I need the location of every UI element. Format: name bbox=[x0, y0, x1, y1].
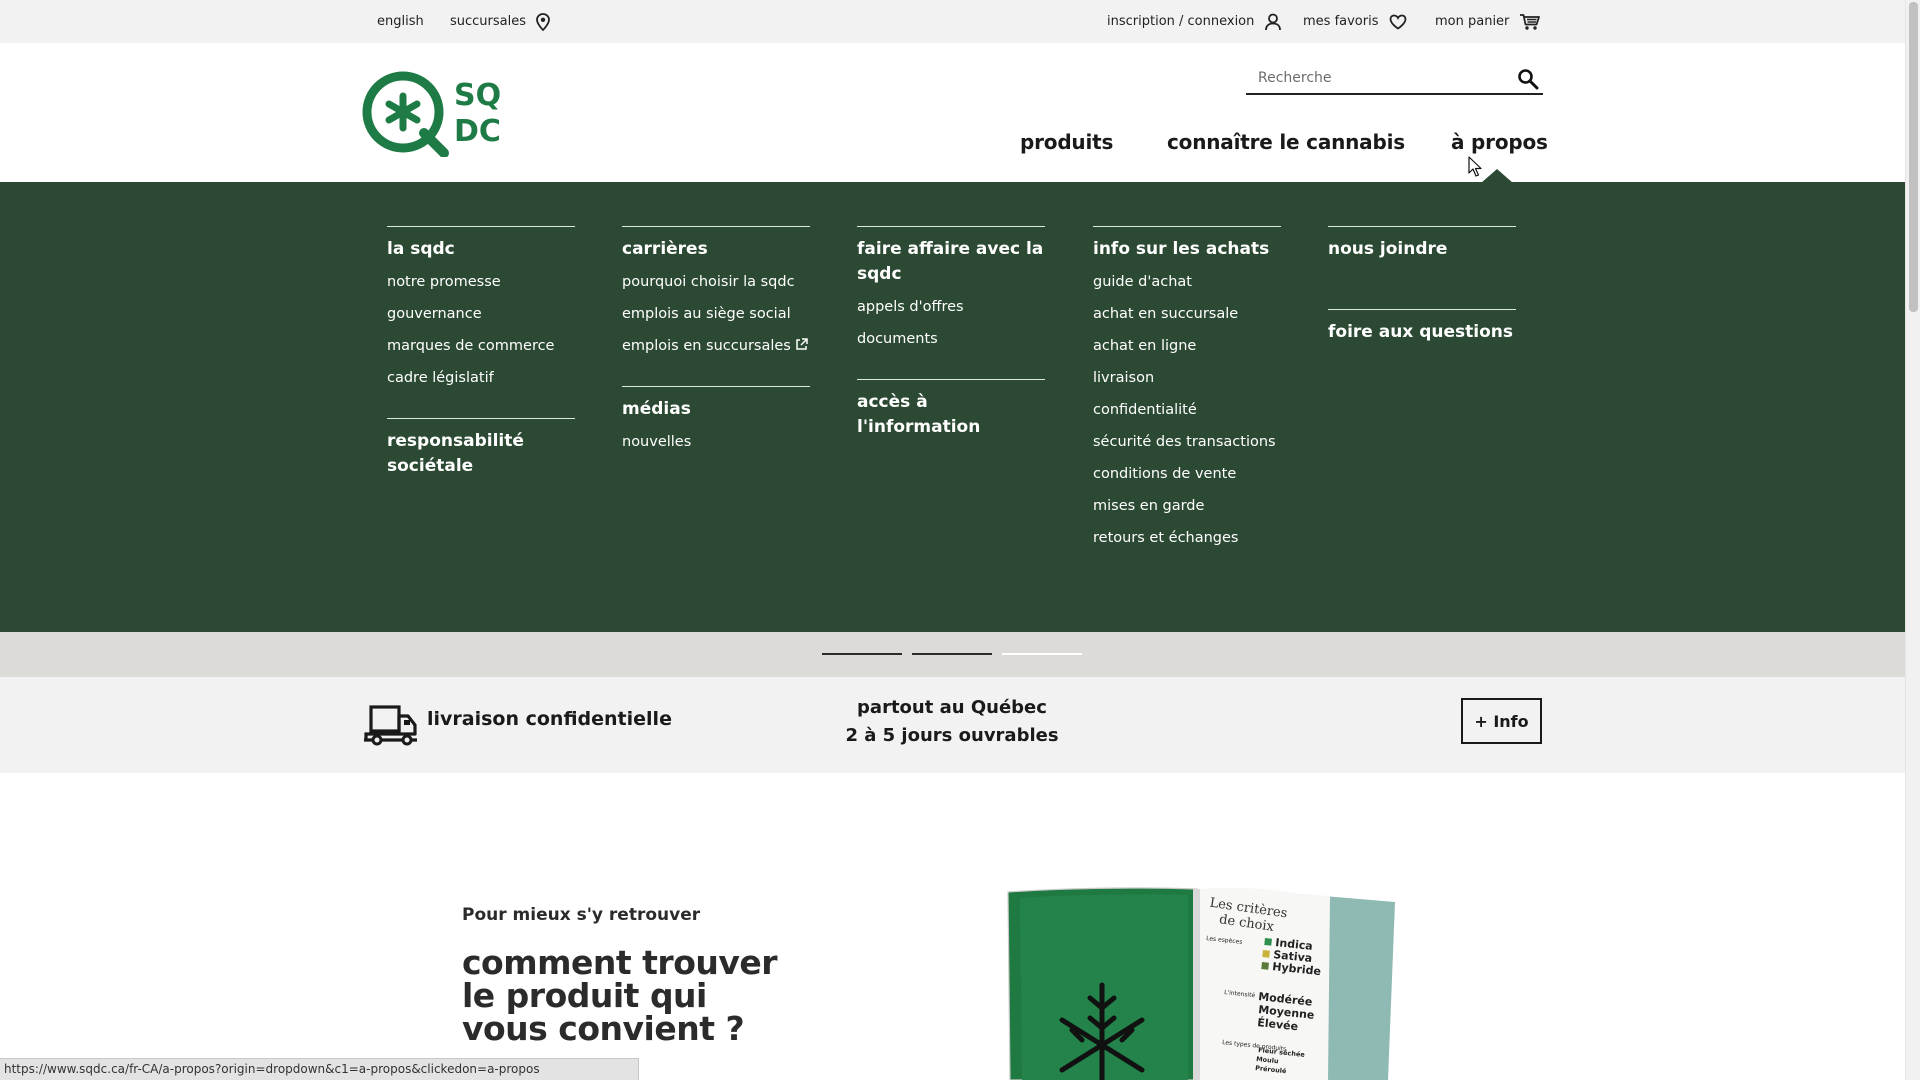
link-confidentialite[interactable]: confidentialité bbox=[1093, 399, 1281, 431]
section-medias: médias nouvelles bbox=[622, 386, 810, 463]
section-nous-joindre: nous joindre bbox=[1328, 226, 1516, 262]
search-icon[interactable] bbox=[1517, 68, 1539, 90]
favorites-label: mes favoris bbox=[1303, 14, 1379, 29]
promo-kicker: Pour mieux s'y retrouver bbox=[462, 905, 701, 925]
dropdown-column-3: faire affaire avec la sqdc appels d'offr… bbox=[857, 226, 1045, 440]
heading-carrieres[interactable]: carrières bbox=[622, 226, 810, 262]
logo-text-bottom: DC bbox=[454, 114, 501, 149]
login-label: inscription / connexion bbox=[1107, 14, 1255, 29]
language-link[interactable]: english bbox=[377, 0, 424, 43]
link-achat-en-succursale[interactable]: achat en succursale bbox=[1093, 303, 1281, 335]
link-livraison[interactable]: livraison bbox=[1093, 367, 1281, 399]
section-faire-affaire: faire affaire avec la sqdc appels d'offr… bbox=[857, 226, 1045, 360]
language-label: english bbox=[377, 14, 424, 29]
heading-info-achats[interactable]: info sur les achats bbox=[1093, 226, 1281, 262]
delivery-info-button[interactable]: + Info bbox=[1461, 698, 1542, 744]
link-emplois-siege-social[interactable]: emplois au siège social bbox=[622, 303, 810, 335]
heading-la-sqdc[interactable]: la sqdc bbox=[387, 226, 575, 262]
nav-a-propos[interactable]: à propos bbox=[1451, 130, 1548, 154]
stores-label: succursales bbox=[450, 14, 527, 29]
search-input[interactable] bbox=[1246, 63, 1506, 93]
heading-medias[interactable]: médias bbox=[622, 386, 810, 422]
cart-label: mon panier bbox=[1435, 14, 1510, 29]
link-securite-transactions[interactable]: sécurité des transactions bbox=[1093, 431, 1281, 463]
heading-faire-affaire[interactable]: faire affaire avec la sqdc bbox=[857, 226, 1045, 287]
scrollbar-thumb[interactable] bbox=[1909, 2, 1918, 312]
link-guide-dachat[interactable]: guide d'achat bbox=[1093, 271, 1281, 303]
carousel-dot-2[interactable] bbox=[912, 653, 992, 655]
a-propos-dropdown: la sqdc notre promesse gouvernance marqu… bbox=[0, 182, 1905, 632]
link-gouvernance[interactable]: gouvernance bbox=[387, 303, 575, 335]
delivery-banner: livraison confidentielle partout au Québ… bbox=[0, 677, 1905, 773]
heading-responsabilite-societale[interactable]: responsabilité sociétale bbox=[387, 418, 575, 479]
dropdown-caret bbox=[1481, 169, 1513, 183]
link-retours-et-echanges[interactable]: retours et échanges bbox=[1093, 527, 1281, 559]
link-documents[interactable]: documents bbox=[857, 328, 1045, 360]
login-link[interactable]: inscription / connexion bbox=[1107, 0, 1282, 43]
nav-connaitre-le-cannabis[interactable]: connaître le cannabis bbox=[1167, 130, 1405, 154]
link-conditions-de-vente[interactable]: conditions de vente bbox=[1093, 463, 1281, 495]
user-icon bbox=[1265, 13, 1282, 30]
mouse-cursor bbox=[1468, 156, 1482, 177]
link-notre-promesse[interactable]: notre promesse bbox=[387, 271, 575, 303]
heart-icon bbox=[1389, 14, 1406, 30]
heading-foire-aux-questions[interactable]: foire aux questions bbox=[1328, 309, 1516, 345]
link-mises-en-garde[interactable]: mises en garde bbox=[1093, 495, 1281, 527]
link-emplois-en-succursales[interactable]: emplois en succursales bbox=[622, 335, 810, 367]
carousel-dot-1[interactable] bbox=[822, 653, 902, 655]
cart-link[interactable]: mon panier bbox=[1435, 0, 1541, 43]
dropdown-column-2: carrières pourquoi choisir la sqdc emplo… bbox=[622, 226, 810, 463]
heading-nous-joindre[interactable]: nous joindre bbox=[1328, 226, 1516, 262]
dropdown-column-1: la sqdc notre promesse gouvernance marqu… bbox=[387, 226, 575, 479]
delivery-info-line-2: 2 à 5 jours ouvrables bbox=[845, 725, 1059, 746]
magazine-image: Les critères de choix Les espèces Indica… bbox=[1007, 887, 1395, 1080]
section-info-achats: info sur les achats guide d'achat achat … bbox=[1093, 226, 1281, 559]
link-status-bar: https://www.sqdc.ca/fr-CA/a-propos?origi… bbox=[0, 1058, 639, 1080]
section-carrieres: carrières pourquoi choisir la sqdc emplo… bbox=[622, 226, 810, 367]
delivery-info-line-1: partout au Québec bbox=[857, 697, 1047, 718]
heading-acces-information[interactable]: accès à l'information bbox=[857, 379, 1045, 440]
carousel-indicators bbox=[0, 632, 1905, 677]
page-scrollbar[interactable] bbox=[1905, 0, 1920, 1080]
link-pourquoi-choisir-la-sqdc[interactable]: pourquoi choisir la sqdc bbox=[622, 271, 810, 303]
external-link-icon bbox=[796, 338, 808, 350]
dropdown-column-5: nous joindre foire aux questions bbox=[1328, 226, 1516, 345]
link-appels-doffres[interactable]: appels d'offres bbox=[857, 296, 1045, 328]
map-pin-icon bbox=[536, 12, 550, 31]
favorites-link[interactable]: mes favoris bbox=[1303, 0, 1407, 43]
nav-produits[interactable]: produits bbox=[1020, 130, 1113, 154]
link-achat-en-ligne[interactable]: achat en ligne bbox=[1093, 335, 1281, 367]
utility-bar: english succursales inscription / connex… bbox=[0, 0, 1905, 43]
stores-link[interactable]: succursales bbox=[450, 0, 550, 43]
link-cadre-legislatif[interactable]: cadre législatif bbox=[387, 367, 575, 399]
delivery-info: partout au Québec 2 à 5 jours ouvrables bbox=[800, 694, 1104, 750]
sqdc-logo[interactable]: SQ DC bbox=[362, 71, 514, 157]
site-header: SQ DC produits connaître le cannabis à p… bbox=[0, 43, 1905, 183]
search-box bbox=[1246, 63, 1543, 95]
link-nouvelles[interactable]: nouvelles bbox=[622, 431, 810, 463]
link-emplois-en-succursales-label: emplois en succursales bbox=[622, 338, 791, 354]
dropdown-column-4: info sur les achats guide d'achat achat … bbox=[1093, 226, 1281, 559]
section-foire-aux-questions: foire aux questions bbox=[1328, 309, 1516, 345]
promo-title[interactable]: comment trouver le produit qui vous conv… bbox=[462, 946, 792, 1045]
section-responsabilite-societale: responsabilité sociétale bbox=[387, 418, 575, 479]
cart-icon bbox=[1520, 13, 1541, 30]
section-acces-information: accès à l'information bbox=[857, 379, 1045, 440]
logo-text-top: SQ bbox=[454, 78, 501, 113]
delivery-truck-icon bbox=[364, 705, 417, 746]
delivery-title: livraison confidentielle bbox=[427, 708, 672, 730]
section-la-sqdc: la sqdc notre promesse gouvernance marqu… bbox=[387, 226, 575, 399]
carousel-dot-3[interactable] bbox=[1002, 653, 1082, 655]
link-marques-de-commerce[interactable]: marques de commerce bbox=[387, 335, 575, 367]
